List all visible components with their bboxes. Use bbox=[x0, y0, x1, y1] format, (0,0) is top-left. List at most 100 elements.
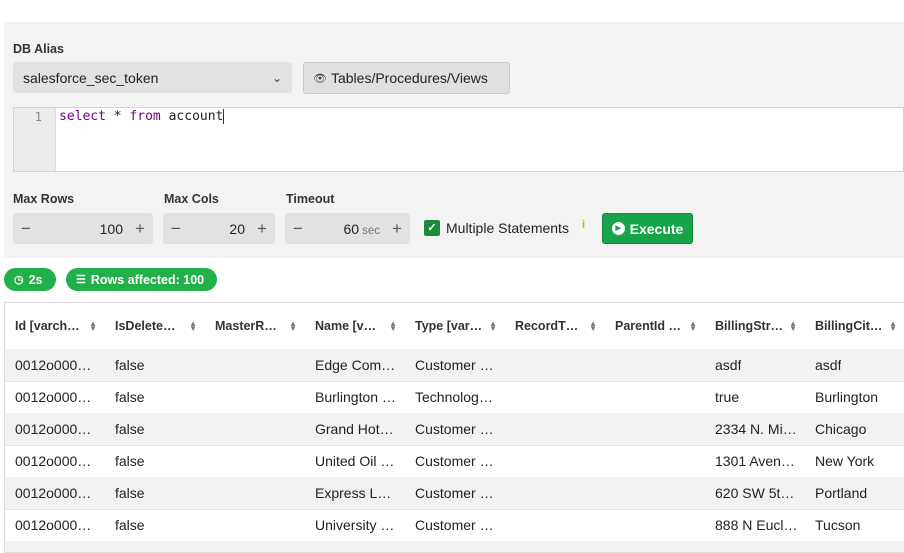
table-cell[interactable]: Edge Com… bbox=[305, 357, 405, 373]
table-cell[interactable]: 0012o000… bbox=[5, 421, 105, 437]
column-header[interactable]: BillingStr… ▲ ▼ bbox=[705, 319, 805, 333]
column-header[interactable]: BillingCit… ▲ ▼ bbox=[805, 319, 904, 333]
sort-icon[interactable]: ▲ ▼ bbox=[289, 320, 297, 333]
column-header[interactable]: MasterR… ▲ ▼ bbox=[205, 319, 305, 333]
table-cell[interactable]: 0012o000… bbox=[5, 389, 105, 405]
table-cell[interactable]: Burlington … bbox=[305, 389, 405, 405]
table-cell[interactable]: Customer … bbox=[405, 453, 505, 469]
table-cell[interactable]: Customer … bbox=[405, 357, 505, 373]
table-cell-text: 0012o000… bbox=[15, 421, 92, 437]
table-cell[interactable]: 0012o000… bbox=[5, 485, 105, 501]
tables-button-label: Tables/Procedures/Views bbox=[330, 70, 488, 86]
table-cell[interactable]: United Oil … bbox=[305, 453, 405, 469]
sort-icon[interactable]: ▲ ▼ bbox=[889, 320, 897, 333]
table-cell-text: false bbox=[115, 389, 145, 405]
multiple-statements-checkbox[interactable]: ✓ bbox=[424, 220, 440, 236]
line-number: 1 bbox=[34, 110, 42, 124]
table-cell[interactable]: Grand Hot… bbox=[305, 421, 405, 437]
code-table: account bbox=[160, 109, 224, 124]
table-cell-text: Technolog… bbox=[415, 389, 493, 405]
timeout-decrement-button[interactable]: − bbox=[285, 219, 311, 239]
table-cell[interactable]: Customer … bbox=[405, 421, 505, 437]
table-cell[interactable]: Tucson bbox=[805, 517, 904, 533]
column-header[interactable]: ParentId … ▲ ▼ bbox=[605, 319, 705, 333]
execute-button[interactable]: ▶ Execute bbox=[602, 213, 693, 244]
table-cell[interactable]: true bbox=[705, 389, 805, 405]
max-rows-input[interactable]: 100 bbox=[39, 221, 127, 237]
sql-editor[interactable]: 1 select * from account bbox=[13, 107, 904, 172]
tables-procedures-views-button[interactable]: 👁 Tables/Procedures/Views bbox=[303, 62, 510, 94]
max-rows-decrement-button[interactable]: − bbox=[13, 219, 39, 239]
table-row[interactable]: 0012o000… false United Oil … Customer … King… bbox=[5, 541, 904, 552]
table-cell[interactable]: asdf bbox=[705, 357, 805, 373]
table-cell[interactable]: 2334 N. Mi… bbox=[705, 421, 805, 437]
table-cell[interactable]: false bbox=[105, 485, 205, 501]
sort-icon[interactable]: ▲ ▼ bbox=[689, 320, 697, 333]
column-header[interactable]: Name [v… ▲ ▼ bbox=[305, 319, 405, 333]
column-header[interactable]: Id [varch… ▲ ▼ bbox=[5, 319, 105, 333]
table-cell-text: Customer … bbox=[415, 357, 494, 373]
table-cell[interactable]: asdf bbox=[805, 357, 904, 373]
table-cell[interactable]: Customer … bbox=[405, 517, 505, 533]
table-row[interactable]: 0012o000… false Burlington … Technolog… true… bbox=[5, 381, 904, 414]
max-rows-stepper: − 100 + bbox=[13, 213, 153, 244]
table-cell[interactable]: United Oil … bbox=[305, 549, 405, 552]
max-rows-increment-button[interactable]: + bbox=[127, 219, 153, 239]
column-header-label: Type [var… bbox=[415, 319, 483, 333]
table-cell[interactable]: false bbox=[105, 357, 205, 373]
table-cell[interactable]: Customer … bbox=[405, 485, 505, 501]
table-cell[interactable]: 0012o000… bbox=[5, 549, 105, 552]
table-row[interactable]: 0012o000… false Edge Com… Customer … asdf asd… bbox=[5, 349, 904, 382]
table-cell[interactable]: Express L… bbox=[305, 485, 405, 501]
sort-icon[interactable]: ▲ ▼ bbox=[489, 320, 497, 333]
table-cell[interactable]: 620 SW 5t… bbox=[705, 485, 805, 501]
timeout-input[interactable]: 60 sec bbox=[311, 221, 384, 237]
table-cell[interactable]: 0012o000… bbox=[5, 357, 105, 373]
table-cell[interactable]: 0012o000… bbox=[5, 453, 105, 469]
max-cols-input[interactable]: 20 bbox=[189, 221, 249, 237]
timeout-label: Timeout bbox=[286, 192, 335, 206]
table-cell[interactable]: false bbox=[105, 389, 205, 405]
table-row[interactable]: 0012o000… false United Oil … Customer … 1301… bbox=[5, 445, 904, 478]
max-cols-decrement-button[interactable]: − bbox=[163, 219, 189, 239]
table-cell[interactable]: Kings Park… bbox=[705, 549, 805, 552]
column-header[interactable]: Type [var… ▲ ▼ bbox=[405, 319, 505, 333]
table-cell[interactable]: Technolog… bbox=[405, 389, 505, 405]
column-header-label: ParentId … bbox=[615, 319, 681, 333]
table-cell[interactable]: false bbox=[105, 421, 205, 437]
chevron-down-icon: ⌄ bbox=[271, 70, 282, 85]
table-cell-text: 888 N Eucl… bbox=[715, 517, 798, 533]
table-cell[interactable]: University … bbox=[305, 517, 405, 533]
sort-icon[interactable]: ▲ ▼ bbox=[389, 320, 397, 333]
table-cell-text: Customer … bbox=[415, 517, 494, 533]
sort-icon[interactable]: ▲ ▼ bbox=[589, 320, 597, 333]
table-cell[interactable]: 0012o000… bbox=[5, 517, 105, 533]
rows-affected-text: Rows affected: 100 bbox=[90, 272, 205, 287]
table-cell-text: false bbox=[115, 357, 145, 373]
column-header[interactable]: RecordT… ▲ ▼ bbox=[505, 319, 605, 333]
table-cell[interactable]: false bbox=[105, 517, 205, 533]
table-cell[interactable]: 888 N Eucl… bbox=[705, 517, 805, 533]
table-cell[interactable]: Customer … bbox=[405, 549, 505, 552]
column-header-label: Id [varch… bbox=[15, 319, 80, 333]
table-cell-text: Customer … bbox=[415, 485, 494, 501]
timeout-increment-button[interactable]: + bbox=[384, 219, 410, 239]
sort-icon[interactable]: ▲ ▼ bbox=[189, 320, 197, 333]
table-cell[interactable]: Burlington bbox=[805, 389, 904, 405]
table-row[interactable]: 0012o000… false Grand Hot… Customer … 2334 N… bbox=[5, 413, 904, 446]
table-row[interactable]: 0012o000… false Express L… Customer … 620 SW… bbox=[5, 477, 904, 510]
max-cols-increment-button[interactable]: + bbox=[249, 219, 275, 239]
column-header[interactable]: IsDelete… ▲ ▼ bbox=[105, 319, 205, 333]
table-cell[interactable]: false bbox=[105, 549, 205, 552]
sort-icon[interactable]: ▲ ▼ bbox=[89, 320, 97, 333]
sort-icon[interactable]: ▲ ▼ bbox=[789, 320, 797, 333]
table-cell[interactable]: 1301 Aven… bbox=[705, 453, 805, 469]
db-alias-select[interactable]: salesforce_sec_token ⌄ bbox=[13, 62, 292, 93]
table-cell[interactable]: false bbox=[105, 453, 205, 469]
sql-code[interactable]: select * from account bbox=[59, 109, 225, 124]
table-cell[interactable]: Portland bbox=[805, 485, 904, 501]
table-row[interactable]: 0012o000… false University … Customer … 888 … bbox=[5, 509, 904, 542]
table-cell[interactable]: Chicago bbox=[805, 421, 904, 437]
table-cell[interactable]: New York bbox=[805, 453, 904, 469]
info-icon[interactable]: i bbox=[582, 219, 585, 231]
